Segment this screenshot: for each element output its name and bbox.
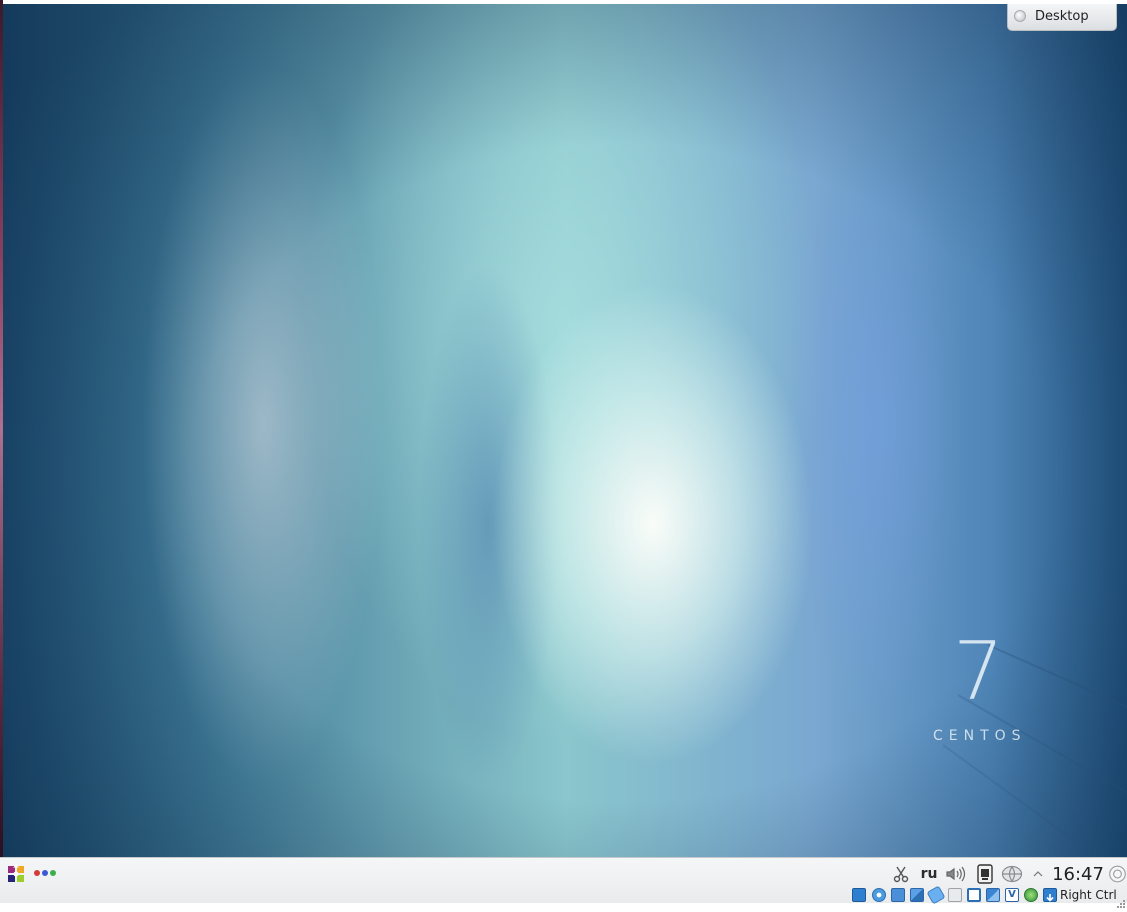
virtualization-icon[interactable]: V <box>1005 888 1019 902</box>
scissors-icon[interactable] <box>890 862 912 886</box>
speaker-icon[interactable] <box>944 862 968 886</box>
application-launcher-icon[interactable] <box>6 864 26 884</box>
download-icon[interactable] <box>1043 888 1057 902</box>
centos-wordmark: CENTOS <box>933 728 1027 744</box>
shared-folders-icon[interactable] <box>948 888 962 902</box>
pager-dot-green <box>50 870 56 876</box>
virtualbox-status-bar: V Right Ctrl <box>850 888 1127 904</box>
device-notifier-icon[interactable] <box>974 862 996 886</box>
pager-dot-blue <box>42 870 48 876</box>
pager-dot-red <box>34 870 40 876</box>
usb-icon[interactable] <box>926 885 945 904</box>
keyboard-layout-indicator[interactable]: ru <box>921 866 938 882</box>
panel-toolbox-icon[interactable] <box>1108 862 1127 886</box>
centos-version-number: 7 <box>953 632 1004 712</box>
audio-icon[interactable] <box>891 888 905 902</box>
bottom-panel: ru 16:47 <box>0 857 1127 903</box>
host-key-indicator: Right Ctrl <box>1060 888 1117 902</box>
desktop-wallpaper[interactable]: 7 CENTOS <box>3 4 1127 857</box>
resize-grip-icon[interactable] <box>1117 893 1125 901</box>
chevron-up-icon[interactable] <box>1030 862 1046 886</box>
network-icon[interactable] <box>1000 862 1024 886</box>
optical-drive-icon[interactable] <box>872 888 886 902</box>
mouse-integration-icon[interactable] <box>1024 888 1038 902</box>
network-adapter-icon[interactable] <box>910 888 924 902</box>
clock[interactable]: 16:47 <box>1052 864 1104 885</box>
activity-desktop-label: Desktop <box>1035 9 1089 24</box>
activity-desktop-tab[interactable]: Desktop <box>1007 4 1117 31</box>
hard-disk-icon[interactable] <box>852 888 866 902</box>
system-tray: ru 16:47 <box>890 862 1127 886</box>
display-icon[interactable] <box>967 888 981 902</box>
virtual-desktop-pager-icon[interactable] <box>34 869 58 877</box>
activity-icon <box>1014 10 1026 22</box>
video-capture-icon[interactable] <box>986 888 1000 902</box>
